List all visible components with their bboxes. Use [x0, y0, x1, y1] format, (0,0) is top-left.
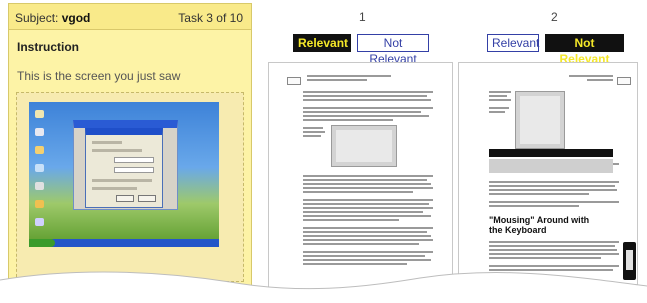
screen-thumbnail [29, 102, 219, 247]
page-tab-marker [287, 77, 301, 85]
result-1-not-relevant-button[interactable]: Not Relevant [357, 34, 429, 66]
task-counter: Task 3 of 10 [178, 11, 243, 25]
page-2-figure [515, 91, 565, 149]
taskbar [29, 239, 219, 247]
page-2-heading-line-2: the Keyboard [489, 225, 547, 235]
subject-bar: Subject: vgod Task 3 of 10 [9, 4, 251, 30]
start-button [29, 239, 55, 247]
subject-label: Subject: vgod [15, 11, 90, 25]
page-2-side-tab [623, 242, 636, 280]
result-1-page[interactable] [268, 62, 453, 294]
page-2-gray-banner [489, 159, 613, 173]
instruction-text: This is the screen you just saw [17, 69, 181, 83]
page-1-figure [331, 125, 397, 167]
page-2-black-banner [489, 149, 613, 157]
result-2-not-relevant-button[interactable]: Not Relevant [545, 34, 624, 66]
result-2-page[interactable]: "Mousing" Around with the Keyboard [458, 62, 638, 294]
result-2-number: 2 [551, 10, 558, 24]
dialog-window [85, 128, 163, 208]
instruction-title: Instruction [17, 40, 79, 54]
page-tab-marker [617, 77, 631, 85]
subject-name: vgod [61, 11, 91, 25]
page-2-heading-line-1: "Mousing" Around with [489, 215, 590, 225]
result-1-number: 1 [359, 10, 366, 24]
result-1-relevant-button[interactable]: Relevant [293, 34, 351, 52]
result-2-relevant-button[interactable]: Relevant [487, 34, 539, 52]
subject-label-text: Subject: [15, 11, 59, 25]
